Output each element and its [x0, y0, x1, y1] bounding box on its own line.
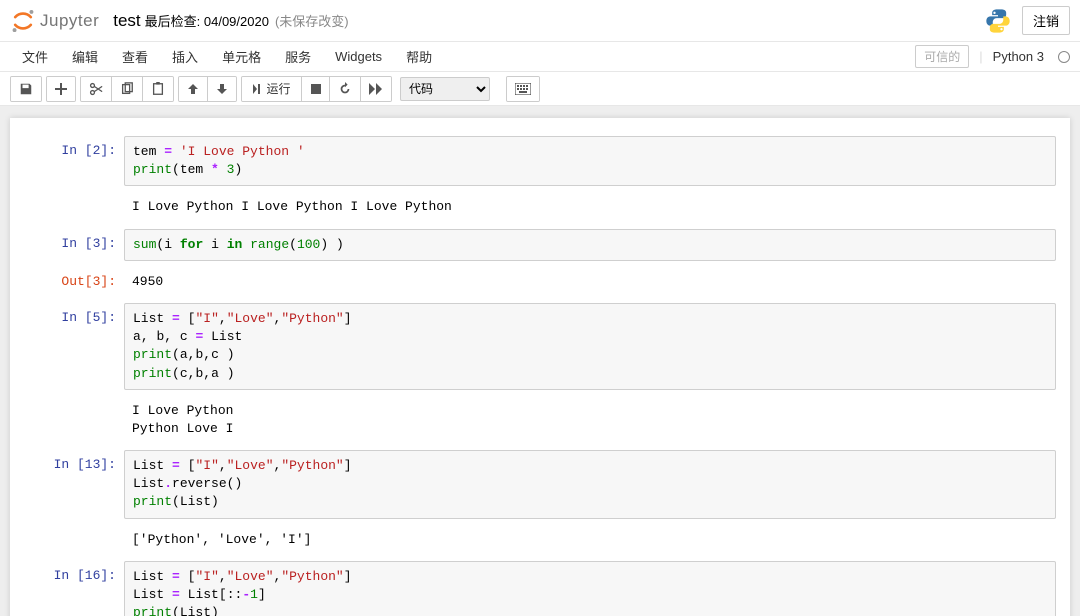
toolbar: 运行 代码 — [0, 72, 1080, 106]
out-prompt-empty — [24, 525, 124, 555]
out-prompt-empty — [24, 192, 124, 222]
code-cell: In [3]:sum(i for i in range(100) ) — [24, 229, 1056, 261]
notebook-scroll[interactable]: In [2]:tem = 'I Love Python ' print(tem … — [0, 106, 1080, 616]
trusted-indicator[interactable]: 可信的 — [915, 45, 969, 68]
run-label: 运行 — [266, 80, 290, 97]
kernel-status-icon — [1058, 51, 1070, 63]
menu-kernel[interactable]: 服务 — [273, 41, 323, 72]
menu-view[interactable]: 查看 — [110, 41, 160, 72]
code-input[interactable]: List = ["I","Love","Python"] a, b, c = L… — [124, 303, 1056, 390]
copy-button[interactable] — [112, 77, 143, 101]
scissors-icon — [89, 82, 103, 96]
save-icon — [19, 82, 33, 96]
stdout: I Love Python I Love Python I Love Pytho… — [124, 192, 1056, 222]
arrow-up-icon — [187, 83, 199, 95]
result: 4950 — [124, 267, 1056, 297]
unsaved-status: (未保存改变) — [275, 11, 349, 30]
notebook-header: Jupyter test 最后检查: 04/09/2020 (未保存改变) 注销 — [0, 0, 1080, 42]
in-prompt: In [16]: — [24, 561, 124, 616]
move-down-button[interactable] — [208, 77, 236, 101]
out-prompt-empty — [24, 396, 124, 444]
jupyter-logo[interactable]: Jupyter — [10, 8, 99, 34]
run-button[interactable]: 运行 — [242, 77, 302, 101]
code-cell: In [13]:List = ["I","Love","Python"] Lis… — [24, 450, 1056, 519]
in-prompt: In [2]: — [24, 136, 124, 186]
in-prompt: In [3]: — [24, 229, 124, 261]
restart-run-all-button[interactable] — [361, 77, 391, 101]
move-up-button[interactable] — [179, 77, 208, 101]
arrow-down-icon — [216, 83, 228, 95]
code-input[interactable]: tem = 'I Love Python ' print(tem * 3) — [124, 136, 1056, 186]
play-icon — [252, 84, 262, 94]
fast-forward-icon — [369, 83, 383, 95]
keyboard-icon — [515, 83, 531, 95]
output-row: Out[3]:4950 — [24, 267, 1056, 297]
menubar: 文件 编辑 查看 插入 单元格 服务 Widgets 帮助 可信的 | Pyth… — [0, 42, 1080, 72]
menu-help[interactable]: 帮助 — [394, 41, 444, 72]
python-icon — [984, 7, 1012, 35]
paste-button[interactable] — [143, 77, 173, 101]
code-cell: In [2]:tem = 'I Love Python ' print(tem … — [24, 136, 1056, 186]
copy-icon — [120, 82, 134, 96]
add-cell-button[interactable] — [47, 77, 75, 101]
menu-insert[interactable]: 插入 — [160, 41, 210, 72]
output-row: ['Python', 'Love', 'I'] — [24, 525, 1056, 555]
paste-icon — [151, 82, 165, 96]
menu-file[interactable]: 文件 — [10, 41, 60, 72]
code-input[interactable]: sum(i for i in range(100) ) — [124, 229, 1056, 261]
stop-icon — [311, 84, 321, 94]
restart-icon — [338, 82, 352, 96]
stdout: I Love Python Python Love I — [124, 396, 1056, 444]
code-input[interactable]: List = ["I","Love","Python"] List.revers… — [124, 450, 1056, 519]
stop-button[interactable] — [302, 77, 330, 101]
code-input[interactable]: List = ["I","Love","Python"] List = List… — [124, 561, 1056, 616]
kernel-name[interactable]: Python 3 — [993, 49, 1044, 64]
notebook-container: In [2]:tem = 'I Love Python ' print(tem … — [10, 118, 1070, 616]
menu-edit[interactable]: 编辑 — [60, 41, 110, 72]
logo-text: Jupyter — [40, 11, 99, 31]
code-cell: In [16]:List = ["I","Love","Python"] Lis… — [24, 561, 1056, 616]
checkpoint-status: 最后检查: 04/09/2020 — [145, 11, 269, 30]
jupyter-icon — [10, 8, 36, 34]
output-row: I Love Python Python Love I — [24, 396, 1056, 444]
stdout: ['Python', 'Love', 'I'] — [124, 525, 1056, 555]
celltype-select[interactable]: 代码 — [400, 77, 490, 101]
restart-button[interactable] — [330, 77, 361, 101]
cut-button[interactable] — [81, 77, 112, 101]
output-row: I Love Python I Love Python I Love Pytho… — [24, 192, 1056, 222]
out-prompt: Out[3]: — [24, 267, 124, 297]
save-button[interactable] — [11, 77, 41, 101]
logout-button[interactable]: 注销 — [1022, 6, 1070, 35]
menu-widgets[interactable]: Widgets — [323, 43, 394, 70]
in-prompt: In [5]: — [24, 303, 124, 390]
command-palette-button[interactable] — [507, 77, 539, 101]
in-prompt: In [13]: — [24, 450, 124, 519]
menu-cell[interactable]: 单元格 — [210, 41, 273, 72]
notebook-title[interactable]: test — [113, 11, 140, 31]
code-cell: In [5]:List = ["I","Love","Python"] a, b… — [24, 303, 1056, 390]
plus-icon — [55, 83, 67, 95]
